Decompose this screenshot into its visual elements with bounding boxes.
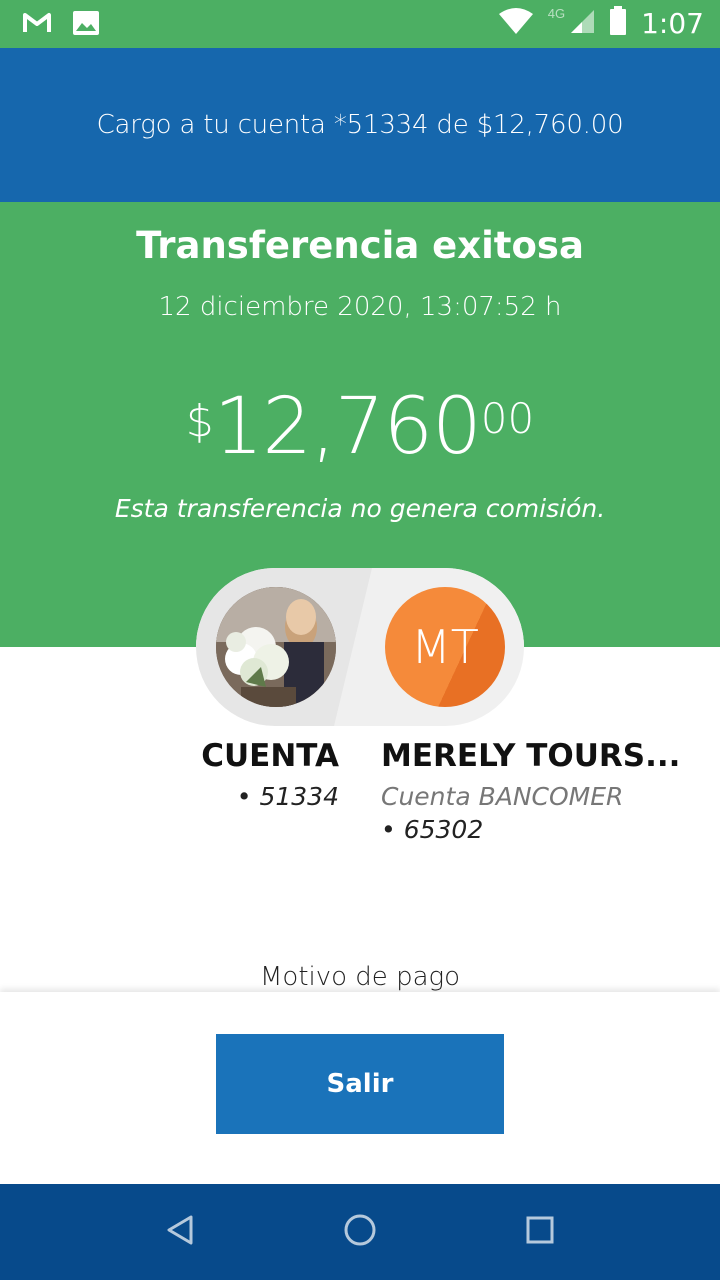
destination-account-avatar: MT — [385, 587, 505, 707]
battery-icon — [609, 6, 627, 41]
destination-account-name: MERELY TOURS... — [381, 738, 681, 774]
destination-account-number: • 65302 — [381, 815, 484, 844]
transfer-datetime: 12 diciembre 2020, 13:07:52 h — [158, 292, 562, 322]
exit-button[interactable]: Salir — [216, 1034, 504, 1134]
source-account-name: CUENTA — [201, 738, 339, 774]
back-nav-button[interactable] — [160, 1212, 200, 1252]
source-account-avatar — [216, 587, 336, 707]
transfer-amount: $12,76000 — [0, 382, 720, 472]
home-nav-button[interactable] — [340, 1212, 380, 1252]
commission-note: Esta transferencia no genera comisión. — [114, 494, 606, 523]
status-bar: 4G 1:07 — [0, 0, 720, 48]
clock: 1:07 — [641, 7, 704, 40]
action-sheet: Salir — [0, 992, 720, 1184]
source-account: CUENTA • 51334 — [201, 738, 339, 811]
amount-cents: 00 — [480, 394, 535, 443]
back-triangle-icon — [165, 1214, 195, 1251]
amount-currency: $ — [185, 396, 214, 447]
charge-banner: Cargo a tu cuenta *51334 de $12,760.00 — [0, 48, 720, 202]
destination-account-bank: Cuenta BANCOMER — [381, 782, 624, 811]
recents-nav-button[interactable] — [520, 1212, 560, 1252]
destination-account: MERELY TOURS... Cuenta BANCOMER • 65302 — [381, 738, 680, 844]
home-circle-icon — [343, 1213, 377, 1252]
gallery-icon — [72, 10, 100, 41]
accounts-avatar-pill: MT — [196, 568, 524, 726]
network-type-label: 4G — [547, 6, 566, 21]
source-account-number: • 51334 — [236, 782, 339, 811]
signal-icon — [569, 8, 595, 39]
recents-square-icon — [525, 1215, 555, 1250]
amount-main: 12,760 — [213, 382, 482, 472]
success-title: Transferencia exitosa — [136, 224, 584, 267]
navigation-bar — [0, 1184, 720, 1280]
charge-text: Cargo a tu cuenta *51334 de $12,760.00 — [96, 110, 624, 140]
payment-reason-label: Motivo de pago — [259, 962, 461, 992]
wifi-icon — [498, 7, 534, 40]
gmail-icon — [22, 11, 52, 40]
